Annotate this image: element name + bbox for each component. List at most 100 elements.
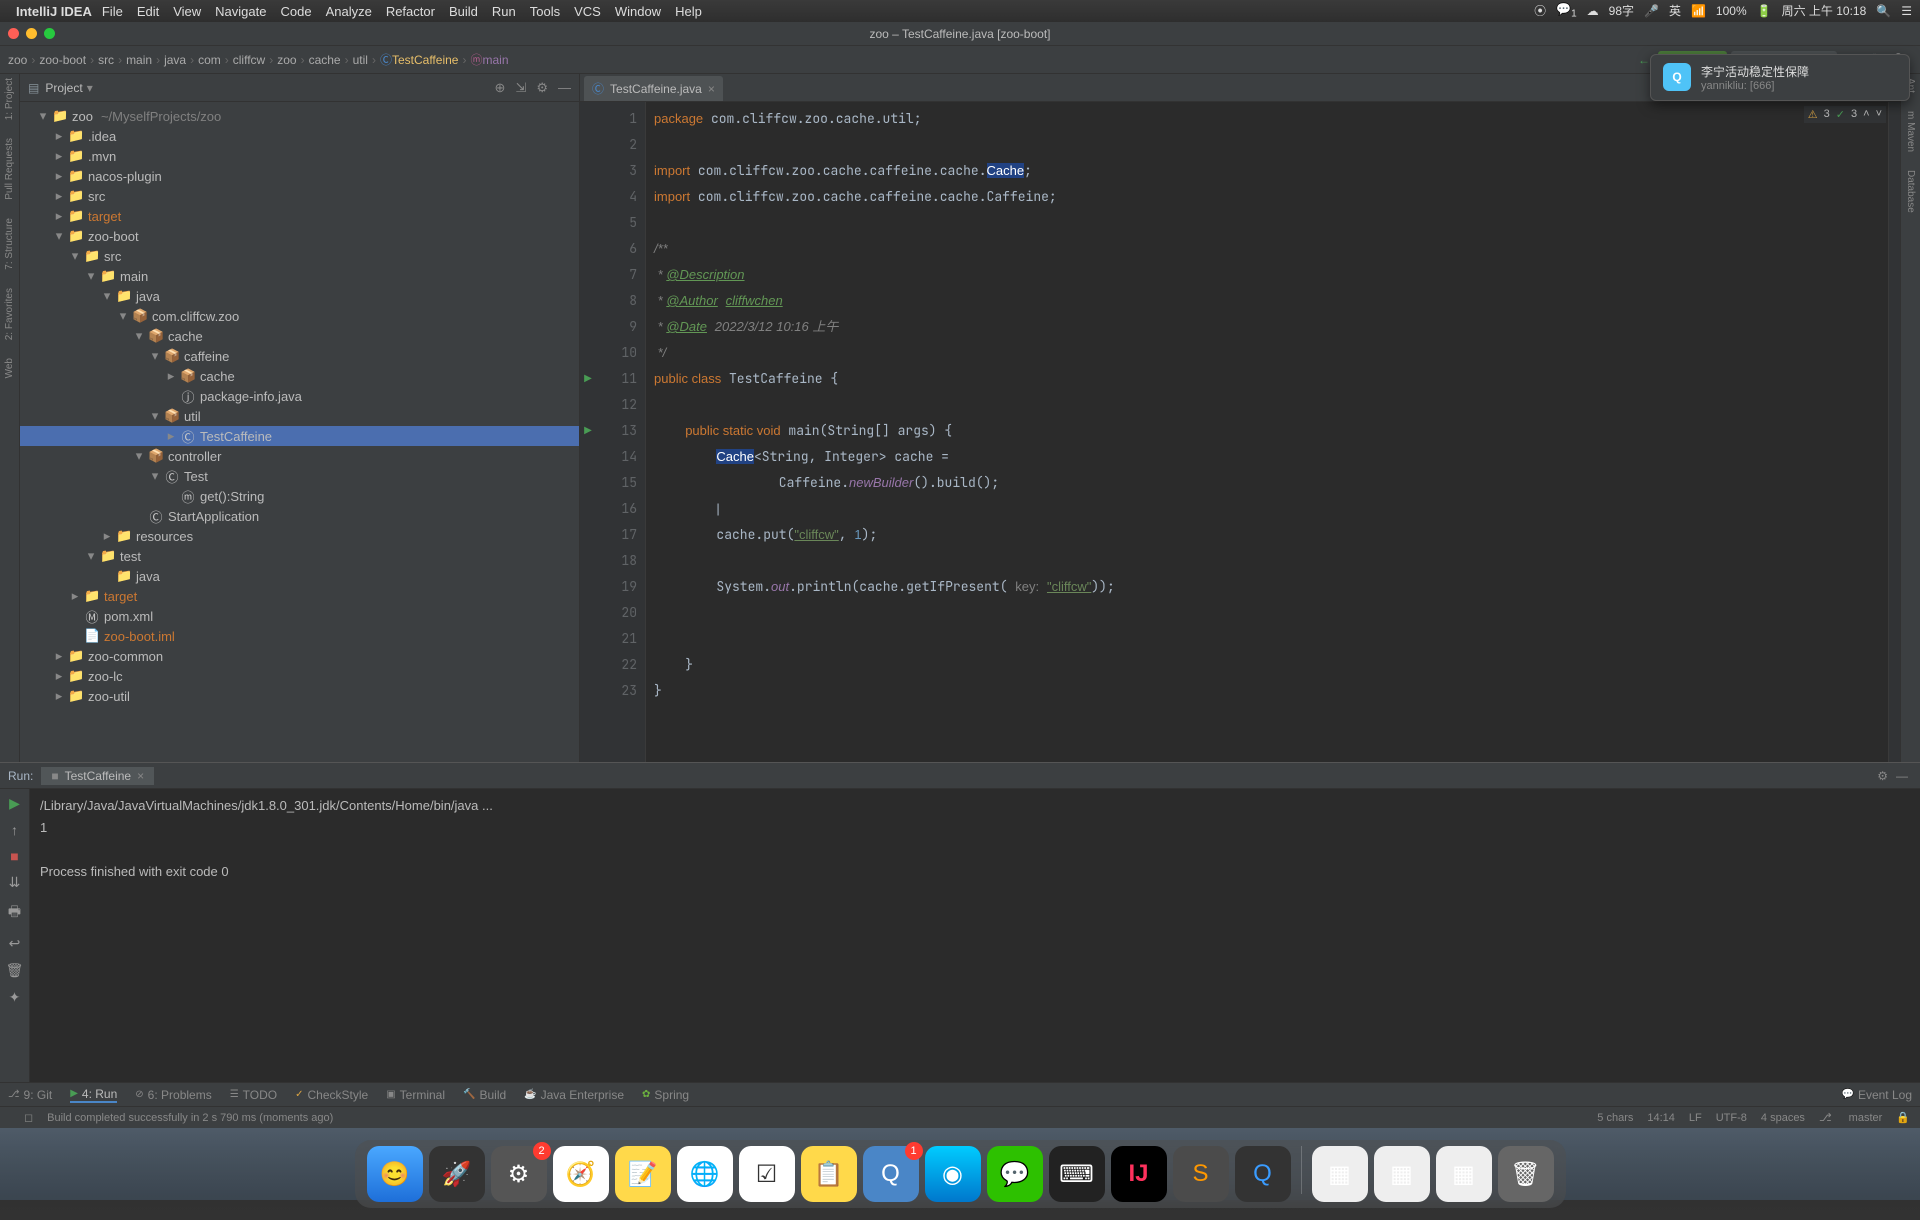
tree-row[interactable]: ▸📦cache [20,366,579,386]
expand-icon[interactable]: ⇲ [515,80,526,96]
inspection-badge[interactable]: ⚠3 ✓3 ˄˅ [1804,106,1886,123]
tree-row[interactable]: 📁java [20,566,579,586]
tree-row[interactable]: ▾📦cache [20,326,579,346]
dock-window1[interactable]: ▦ [1312,1146,1368,1202]
crumb-class[interactable]: TestCaffeine [392,53,459,67]
close-icon[interactable]: × [137,769,144,783]
status-mic-icon[interactable]: 🎤 [1644,4,1659,18]
btab-build[interactable]: 🔨Build [463,1088,506,1102]
dock-notes[interactable]: 📝 [615,1146,671,1202]
settings-icon[interactable]: ⚙ [1873,769,1892,783]
dock-terminal[interactable]: ⌨ [1049,1146,1105,1202]
tree-row[interactable]: ⓜget():String [20,486,579,506]
tree-row[interactable]: ⒸStartApplication [20,506,579,526]
dropdown-icon[interactable]: ▾ [87,81,93,95]
tree-row[interactable]: ▾ⒸTest [20,466,579,486]
tree-row[interactable]: ▾📦controller [20,446,579,466]
menu-analyze[interactable]: Analyze [326,4,372,19]
menu-vcs[interactable]: VCS [574,4,601,19]
expand-icon[interactable]: ▸ [52,668,66,684]
tw-maven[interactable]: m Maven [1905,111,1916,152]
tree-row[interactable]: ▾📦caffeine [20,346,579,366]
status-spotlight-icon[interactable]: 🔍 [1876,4,1891,18]
tree-row[interactable]: ▸📁target [20,586,579,606]
expand-icon[interactable]: ▾ [68,248,82,264]
chevron-up-icon[interactable]: ˄ [1863,108,1869,121]
dock-reminders[interactable]: ☑ [739,1146,795,1202]
crumb-method[interactable]: main [482,53,508,67]
btab-problems[interactable]: ⊘6: Problems [135,1088,211,1102]
locate-icon[interactable]: ⊕ [495,80,506,96]
btab-spring[interactable]: ✿Spring [642,1088,689,1102]
status-lang[interactable]: 英 [1669,2,1681,19]
tw-project[interactable]: 1: Project [4,78,15,120]
print-button[interactable]: 🖶 [8,901,21,925]
status-branch[interactable]: ⎇ master [1819,1111,1882,1124]
expand-icon[interactable]: ▸ [164,428,178,444]
tree-row[interactable]: ▾📁main [20,266,579,286]
expand-icon[interactable]: ▾ [148,348,162,364]
btab-todo[interactable]: ☰TODO [230,1088,277,1102]
expand-icon[interactable]: ▸ [52,208,66,224]
tree-row[interactable]: ▸📁zoo-common [20,646,579,666]
dock-stickies[interactable]: 📋 [801,1146,857,1202]
menu-window[interactable]: Window [615,4,661,19]
minimize-window-button[interactable] [26,28,37,39]
expand-icon[interactable]: ▾ [116,308,130,324]
chevron-down-icon[interactable]: ˅ [1876,108,1882,121]
menu-tools[interactable]: Tools [530,4,560,19]
rerun-button[interactable]: ▶ [9,795,20,812]
editor-tab[interactable]: Ⓒ TestCaffeine.java × [584,76,723,101]
expand-icon[interactable]: ▾ [52,228,66,244]
dock-sublime[interactable]: S [1173,1146,1229,1202]
settings-icon[interactable]: ⚙ [536,80,548,96]
tree-row[interactable]: ▾📦com.cliffcw.zoo [20,306,579,326]
crumb[interactable]: java [164,53,186,67]
status-wifi-icon[interactable]: 📶 [1691,4,1706,18]
lock-icon[interactable]: 🔒 [1896,1111,1910,1124]
code-editor[interactable]: package com.cliffcw.zoo.cache.util; impo… [646,102,1888,762]
trash-button[interactable]: 🗑 [6,962,24,979]
btab-terminal[interactable]: ▣Terminal [386,1088,445,1102]
tree-row[interactable]: ▸📁.idea [20,126,579,146]
dock-safari[interactable]: 🧭 [553,1146,609,1202]
dock-qq[interactable]: Q1 [863,1146,919,1202]
run-gutter-icon[interactable]: ▶ [580,366,596,392]
expand-icon[interactable]: ▾ [36,108,50,124]
status-wechat-icon[interactable]: 💬1 [1556,2,1577,19]
console-output[interactable]: /Library/Java/JavaVirtualMachines/jdk1.8… [30,789,1920,1082]
tree-row[interactable]: ⓙpackage-info.java [20,386,579,406]
zoom-window-button[interactable] [44,28,55,39]
expand-icon[interactable]: ▸ [52,168,66,184]
tree-row[interactable]: ▸📁zoo-lc [20,666,579,686]
dock-chrome[interactable]: 🌐 [677,1146,733,1202]
tree-row[interactable]: ▾📁test [20,546,579,566]
menu-edit[interactable]: Edit [137,4,159,19]
menu-navigate[interactable]: Navigate [215,4,266,19]
expand-icon[interactable]: ▾ [148,408,162,424]
tree-row[interactable]: ▾📁src [20,246,579,266]
status-position[interactable]: 14:14 [1647,1112,1675,1124]
project-tree[interactable]: ▾📁zoo~/MyselfProjects/zoo▸📁.idea▸📁.mvn▸📁… [20,102,579,762]
dock-window3[interactable]: ▦ [1436,1146,1492,1202]
status-encoding[interactable]: UTF-8 [1716,1112,1747,1124]
dock-trash[interactable]: 🗑 [1498,1146,1554,1202]
app-name[interactable]: IntelliJ IDEA [16,4,92,19]
menu-run[interactable]: Run [492,4,516,19]
more-button[interactable]: ✦ [9,989,21,1006]
tree-row[interactable]: ▾📁java [20,286,579,306]
tree-row[interactable]: Ⓜpom.xml [20,606,579,626]
crumb[interactable]: main [126,53,152,67]
status-datetime[interactable]: 周六 上午 10:18 [1782,2,1867,19]
panel-title[interactable]: Project [45,81,82,95]
menu-help[interactable]: Help [675,4,702,19]
dock-settings[interactable]: ⚙2 [491,1146,547,1202]
crumb[interactable]: zoo [8,53,27,67]
menu-refactor[interactable]: Refactor [386,4,435,19]
close-window-button[interactable] [8,28,19,39]
status-input-icon[interactable]: 98字 [1609,2,1634,19]
toggle-toolwindows-icon[interactable]: ◻ [24,1111,33,1124]
crumb[interactable]: com [198,53,221,67]
status-cloud-icon[interactable]: ☁ [1587,4,1599,18]
tree-row[interactable]: ▾📁zoo~/MyselfProjects/zoo [20,106,579,126]
